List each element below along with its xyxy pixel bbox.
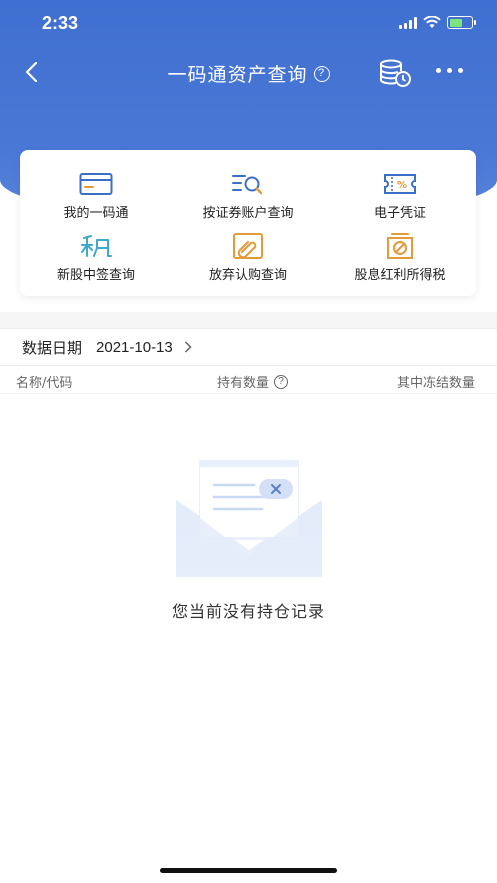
menu-item-label: 放弃认购查询 bbox=[208, 267, 287, 283]
column-holding-label: 持有数量 bbox=[217, 376, 270, 391]
menu-item-label: 我的一码通 bbox=[63, 205, 129, 221]
voucher-icon: % bbox=[382, 170, 418, 198]
status-icons bbox=[399, 16, 476, 29]
ipo-lottery-icon bbox=[78, 232, 114, 260]
menu-item-e-voucher[interactable]: % 电子凭证 bbox=[324, 164, 476, 226]
status-bar: 2:33 bbox=[0, 0, 497, 48]
menu-item-label: 按证券账户查询 bbox=[202, 205, 294, 221]
column-frozen: 其中冻结数量 bbox=[396, 376, 475, 391]
card-icon bbox=[78, 170, 114, 198]
menu-item-label: 股息红利所得税 bbox=[354, 267, 446, 283]
menu-item-dividend-tax[interactable]: 股息红利所得税 bbox=[324, 226, 476, 288]
empty-envelope-icon bbox=[176, 460, 322, 577]
wifi-icon bbox=[423, 16, 441, 28]
list-search-icon bbox=[230, 170, 266, 198]
quick-menu-card: 我的一码通 按证券账户查询 % 电子凭证 新股中签查询 放弃认购查询 股息红利所… bbox=[20, 150, 476, 296]
section-divider bbox=[0, 312, 497, 328]
home-indicator[interactable] bbox=[160, 868, 337, 873]
menu-item-abandon-subscription[interactable]: 放弃认购查询 bbox=[172, 226, 324, 288]
menu-item-label: 电子凭证 bbox=[373, 205, 426, 221]
table-header: 名称/代码 持有数量 ? 其中冻结数量 bbox=[0, 366, 497, 394]
menu-item-account-query[interactable]: 按证券账户查询 bbox=[172, 164, 324, 226]
data-date-row[interactable]: 数据日期 2021-10-13 bbox=[0, 328, 497, 366]
title-help-icon[interactable]: ? bbox=[313, 65, 330, 82]
column-holding: 持有数量 ? bbox=[217, 372, 289, 391]
abandon-subscription-icon bbox=[230, 232, 266, 260]
holding-help-icon[interactable]: ? bbox=[274, 374, 289, 389]
column-name-code: 名称/代码 bbox=[16, 376, 73, 391]
page-title: 一码通资产查询 bbox=[167, 64, 308, 86]
svg-text:%: % bbox=[397, 180, 407, 191]
page-title-container: 一码通资产查询 ? bbox=[0, 60, 497, 87]
dividend-tax-icon bbox=[382, 232, 418, 260]
menu-item-my-code[interactable]: 我的一码通 bbox=[20, 164, 172, 226]
signal-icon bbox=[399, 16, 417, 29]
battery-icon bbox=[447, 16, 476, 29]
empty-state-message: 您当前没有持仓记录 bbox=[171, 602, 325, 621]
more-options-icon[interactable] bbox=[436, 68, 463, 73]
menu-item-label: 新股中签查询 bbox=[56, 267, 135, 283]
data-date-value: 2021-10-13 bbox=[96, 338, 173, 356]
status-time: 2:33 bbox=[42, 13, 79, 33]
chevron-right-icon bbox=[184, 341, 192, 353]
data-date-label: 数据日期 bbox=[22, 338, 83, 357]
menu-item-ipo-lottery[interactable]: 新股中签查询 bbox=[20, 226, 172, 288]
asset-database-icon[interactable] bbox=[378, 58, 412, 88]
navigation-bar: 一码通资产查询 ? bbox=[0, 48, 497, 98]
